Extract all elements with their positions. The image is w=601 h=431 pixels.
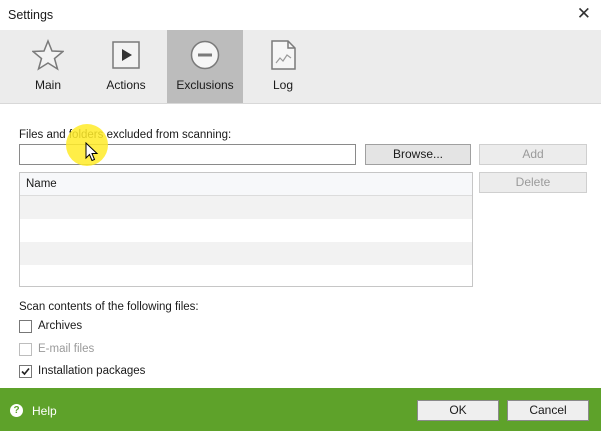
delete-button[interactable]: Delete: [479, 172, 587, 193]
title-bar: Settings ✕: [0, 0, 601, 30]
play-icon: [112, 41, 140, 69]
checkmark-icon: [21, 367, 30, 376]
installation-packages-label[interactable]: Installation packages: [38, 365, 145, 377]
tab-exclusions[interactable]: Exclusions: [167, 30, 243, 103]
list-item: [20, 219, 472, 242]
installation-packages-checkbox[interactable]: [19, 365, 32, 378]
window-title: Settings: [8, 8, 54, 22]
tab-actions[interactable]: Actions: [88, 30, 164, 103]
star-icon: [32, 39, 64, 71]
list-header-name[interactable]: Name: [20, 173, 472, 196]
email-files-label: E-mail files: [38, 343, 95, 355]
tab-exclusions-label: Exclusions: [176, 78, 234, 92]
mouse-cursor-icon: [85, 142, 99, 162]
ok-button[interactable]: OK: [417, 400, 499, 421]
tab-actions-label: Actions: [106, 78, 146, 92]
cancel-button[interactable]: Cancel: [507, 400, 589, 421]
browse-button[interactable]: Browse...: [365, 144, 471, 165]
list-item: [20, 242, 472, 265]
email-files-checkbox[interactable]: [19, 343, 32, 356]
files-excluded-label: Files and folders excluded from scanning…: [19, 129, 232, 141]
tab-main-label: Main: [34, 78, 61, 92]
tab-log[interactable]: Log: [245, 30, 321, 103]
scan-contents-heading: Scan contents of the following files:: [19, 301, 199, 313]
settings-toolbar: Main Actions Exclusions Log: [0, 30, 601, 104]
exclusion-list[interactable]: Name: [19, 172, 473, 287]
list-header-name-label: Name: [26, 178, 57, 190]
close-icon[interactable]: ✕: [577, 4, 591, 24]
tab-log-label: Log: [272, 78, 294, 92]
help-icon[interactable]: ?: [10, 404, 23, 417]
archives-checkbox[interactable]: [19, 320, 32, 333]
document-log-icon: [271, 40, 296, 70]
help-link[interactable]: Help: [32, 404, 57, 418]
list-item: [20, 196, 472, 219]
exclusion-icon: [190, 40, 220, 70]
add-button[interactable]: Add: [479, 144, 587, 165]
tab-main[interactable]: Main: [10, 30, 86, 103]
footer-bar: ? Help OK Cancel: [0, 388, 601, 431]
archives-label[interactable]: Archives: [38, 320, 82, 332]
list-item: [20, 265, 472, 288]
